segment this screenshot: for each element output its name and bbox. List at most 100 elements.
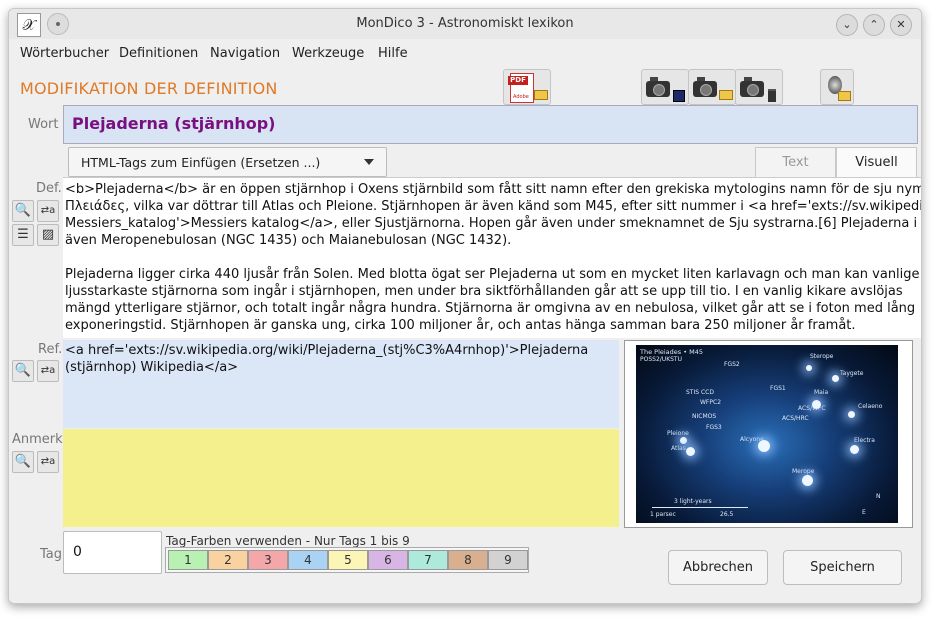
label-electra: Electra: [854, 437, 875, 444]
star-merope: [802, 475, 813, 486]
label-atlas: Atlas: [671, 445, 686, 452]
definition-image-frame[interactable]: The Pleiades • M45 POSS2/UKSTU FGS2 FGS1…: [624, 340, 913, 528]
reference-editor[interactable]: <a href='exts://sv.wikipedia.org/wiki/Pl…: [63, 340, 619, 428]
folder-icon: [838, 91, 851, 101]
label-parsec: 1 parsec: [650, 511, 676, 518]
star-taygete: [832, 375, 839, 382]
label-celaeno: Celaeno: [858, 403, 883, 410]
camera-delete-icon: [740, 77, 764, 97]
html-tags-select-label: HTML-Tags zum Einfügen (Ersetzen ...): [81, 155, 321, 170]
label-fgs3: FGS3: [706, 424, 722, 431]
label-scale: 3 light-years: [674, 498, 712, 505]
tab-text[interactable]: Text: [755, 147, 836, 179]
tab-visual[interactable]: Visuell: [836, 147, 917, 179]
label-scale-right: 26.5: [720, 511, 734, 518]
minimize-button[interactable]: ⌄: [836, 14, 858, 36]
tag-chip-5[interactable]: 5: [328, 550, 368, 570]
camera-delete-button[interactable]: [735, 69, 783, 105]
trash-icon: [768, 89, 776, 102]
definition-editor[interactable]: <b>Plejaderna</b> är en öppen stjärnhop …: [63, 177, 921, 338]
note-editor[interactable]: [63, 429, 619, 527]
tag-chip-3[interactable]: 3: [248, 550, 288, 570]
tag-label: Tag: [40, 547, 63, 562]
scale-bar: [652, 507, 748, 508]
cancel-button[interactable]: Abbrechen: [668, 550, 768, 585]
label-merope: Merope: [792, 468, 815, 475]
star-pleione: [680, 437, 687, 444]
star-celaeno: [848, 411, 855, 418]
reference-text: <a href='exts://sv.wikipedia.org/wiki/Pl…: [65, 343, 589, 375]
label-fgs1: FGS1: [770, 385, 786, 392]
star-electra: [850, 445, 859, 454]
ref-search-button[interactable]: 🔍: [12, 360, 34, 382]
replace-button[interactable]: ⇄a: [37, 200, 59, 222]
tag-value: 0: [73, 544, 82, 560]
folder-icon: [534, 90, 548, 100]
pdf-adobe-text: Adobe: [513, 94, 529, 100]
star-atlas: [686, 447, 695, 456]
pdf-open-icon: PDF Adobe: [508, 73, 534, 103]
tag-chip-8[interactable]: 8: [448, 550, 488, 570]
tag-chip-1[interactable]: 1: [168, 550, 208, 570]
image-icon: ▨: [41, 227, 55, 242]
menu-hilfe[interactable]: Hilfe: [378, 46, 408, 61]
tag-chip-4[interactable]: 4: [288, 550, 328, 570]
close-button[interactable]: ✕: [890, 14, 912, 36]
label-maia: Maia: [814, 389, 829, 396]
camera-open-button[interactable]: [688, 69, 736, 105]
window-title: MonDico 3 - Astronomiskt lexikon: [356, 16, 574, 31]
definition-label: Def.: [36, 181, 62, 196]
word-value: Plejaderna (stjärnhop): [72, 114, 276, 133]
word-label: Wort: [28, 117, 59, 132]
html-tags-select[interactable]: HTML-Tags zum Einfügen (Ersetzen ...): [68, 147, 387, 177]
main-window: 𝒳 MonDico 3 - Astronomiskt lexikon ⌄ ⌃ ✕…: [8, 8, 922, 604]
tag-chip-7[interactable]: 7: [408, 550, 448, 570]
search-icon: 🔍: [14, 203, 32, 218]
label-fgs2: FGS2: [724, 361, 740, 368]
photo-survey: POSS2/UKSTU: [640, 356, 682, 363]
word-input[interactable]: Plejaderna (stjärnhop): [63, 105, 918, 144]
note-replace-button[interactable]: ⇄a: [37, 451, 59, 473]
ref-replace-button[interactable]: ⇄a: [37, 360, 59, 382]
star-sterope: [806, 365, 812, 371]
tag-chip-2[interactable]: 2: [208, 550, 248, 570]
replace-icon: ⇄a: [40, 205, 56, 216]
insert-image-button[interactable]: ▨: [37, 224, 59, 246]
reference-label: Ref.: [38, 342, 63, 357]
audio-open-button[interactable]: [820, 69, 854, 105]
menu-woerterbucher[interactable]: Wörterbucher: [20, 46, 109, 61]
format-button[interactable]: ☰: [12, 224, 34, 246]
label-pleione: Pleione: [667, 430, 689, 437]
tag-input[interactable]: 0: [63, 531, 162, 574]
tag-chip-6[interactable]: 6: [368, 550, 408, 570]
star-maia: [812, 400, 821, 409]
title-bar: 𝒳 MonDico 3 - Astronomiskt lexikon ⌄ ⌃ ✕: [9, 9, 921, 39]
label-wfpc2: WFPC2: [700, 399, 722, 406]
menu-definitionen[interactable]: Definitionen: [119, 46, 198, 61]
pleiades-photo: The Pleiades • M45 POSS2/UKSTU FGS2 FGS1…: [636, 345, 898, 523]
save-button[interactable]: Speichern: [783, 550, 902, 585]
search-icon: 🔍: [14, 363, 32, 378]
pdf-open-button[interactable]: PDF Adobe: [503, 69, 551, 105]
menu-werkzeuge[interactable]: Werkzeuge: [292, 46, 364, 61]
search-icon: 🔍: [14, 454, 32, 469]
align-lines-icon: ☰: [17, 227, 29, 242]
replace-icon: ⇄a: [40, 365, 56, 376]
label-east: E: [862, 509, 866, 516]
search-button[interactable]: 🔍: [12, 200, 34, 222]
label-taygete: Taygete: [840, 370, 864, 377]
menu-navigation[interactable]: Navigation: [210, 46, 280, 61]
camera-save-icon: [646, 77, 670, 97]
note-search-button[interactable]: 🔍: [12, 451, 34, 473]
tag-chip-9[interactable]: 9: [488, 550, 528, 570]
label-north: N: [876, 493, 881, 500]
photo-title: The Pleiades • M45: [640, 348, 704, 356]
maximize-button[interactable]: ⌃: [863, 14, 885, 36]
pdf-badge: PDF: [508, 76, 528, 85]
label-sterope: Sterope: [810, 353, 834, 360]
camera-open-icon: [693, 77, 717, 97]
page-heading: MODIFIKATION DER DEFINITION: [20, 79, 278, 98]
camera-save-button[interactable]: [641, 69, 689, 105]
folder-icon: [719, 90, 733, 100]
label-stis: STIS CCD: [686, 389, 714, 396]
